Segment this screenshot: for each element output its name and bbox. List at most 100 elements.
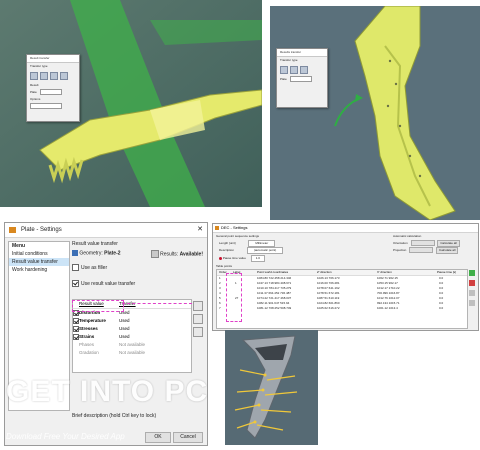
dialog-label: Transfer type xyxy=(30,64,48,68)
calculate-all-button[interactable]: Calculate all xyxy=(436,247,459,254)
app-logo-icon xyxy=(215,226,219,230)
orientation-label: Orientation xyxy=(393,241,408,245)
points-table: Order Label Point world coordinates Z' d… xyxy=(216,269,468,329)
dialog-titlebar: DEC - Settings xyxy=(213,224,478,233)
plate-value-field[interactable] xyxy=(30,103,62,110)
use-result-transfer-checkbox[interactable] xyxy=(72,279,79,287)
results-label: Results: xyxy=(160,251,179,258)
table-row: Gradation Not available xyxy=(73,349,191,357)
pause-field[interactable]: 1.0 xyxy=(250,255,265,262)
cell: 1081.12 708.252 508.749 xyxy=(257,306,292,310)
row-name: Gradation xyxy=(79,350,99,355)
orientation-row: Orientation Calculate all xyxy=(393,240,460,247)
length-row: Length [unit] Millimeter xyxy=(219,240,276,247)
close-icon[interactable]: ✕ xyxy=(197,223,203,237)
plate-field-row: Plate xyxy=(277,76,327,83)
plate-select[interactable] xyxy=(39,89,62,96)
move-up-button[interactable] xyxy=(193,301,203,311)
part-render xyxy=(270,6,480,220)
results-value: Available! xyxy=(179,251,203,258)
description-label: Description xyxy=(219,248,235,252)
projection-row: Projection Calculate all xyxy=(393,247,459,254)
tool-icon[interactable] xyxy=(40,72,48,80)
tool-icon[interactable] xyxy=(50,72,58,80)
length-select[interactable]: Millimeter xyxy=(248,240,276,247)
dialog-title: Result transfer xyxy=(27,55,79,63)
watermark-logo: GET INTO PC xyxy=(6,375,209,408)
plate-label: Plate xyxy=(280,77,287,81)
pause-label: Pause time value xyxy=(222,256,246,260)
length-label: Length [unit] xyxy=(219,241,236,245)
watermark-tagline: Download Free Your Desired App xyxy=(6,432,125,441)
menu-item-work-hardening[interactable]: Work hardening xyxy=(9,266,69,274)
row-name: Temperature xyxy=(79,318,106,323)
render-view-distortion: Result transfer Transfer type Result Pla… xyxy=(0,0,262,207)
row-state: Used xyxy=(119,318,130,323)
plate-label: Plate xyxy=(30,90,37,94)
table-row: Phases Not available xyxy=(73,341,191,349)
tool-icon[interactable] xyxy=(290,66,298,74)
cell: 1001.12 1013.4 xyxy=(377,306,398,310)
results-transfer-dialog: Results transfer Transfer type Plate xyxy=(276,48,328,108)
plate-select[interactable] xyxy=(289,76,312,83)
highlight-connector xyxy=(122,303,192,304)
results-status: Results: Available! xyxy=(150,250,203,258)
geometry-row: Geometry: Plate-2 Results: Available! xyxy=(72,250,203,260)
table-row[interactable]: 7 1081.12 708.252 508.749 1025.62 616.272 1… xyxy=(217,306,467,311)
tool-icon[interactable] xyxy=(280,66,288,74)
column-header: Point world coordinates xyxy=(257,270,289,274)
results-icon xyxy=(150,250,159,258)
settings-content: Result value transfer Geometry: Plate-2 … xyxy=(72,241,203,373)
cancel-button[interactable]: Cancel xyxy=(173,432,203,443)
remove-icon[interactable] xyxy=(469,280,475,286)
description-field[interactable]: (automatic point) xyxy=(246,247,284,254)
cell: 1025.62 616.272 xyxy=(317,306,340,310)
geometry-icon xyxy=(72,250,78,256)
column-header: Pause time [s] xyxy=(437,270,457,274)
dialog-titlebar: Plate - Settings ✕ xyxy=(5,223,207,238)
part-render xyxy=(225,330,318,445)
result-transfer-dialog: Result transfer Transfer type Result Pla… xyxy=(26,54,80,122)
tool-icon[interactable] xyxy=(30,72,38,80)
row-state: Used xyxy=(119,334,130,339)
dec-settings-dialog: DEC - Settings General point sequence se… xyxy=(212,223,479,331)
use-as-filler-label: Use as filler xyxy=(81,264,108,271)
icon-toolbar xyxy=(27,70,79,82)
plate-settings-dialog: Plate - Settings ✕ Menu Initial conditio… xyxy=(4,222,208,446)
section-title: Result value transfer xyxy=(72,241,118,247)
table-row[interactable]: Strains Used xyxy=(73,333,191,341)
move-down-button[interactable] xyxy=(193,314,203,324)
table-side-buttons xyxy=(193,301,203,337)
render-view-temperature: Results transfer Transfer type Plate xyxy=(270,6,480,220)
use-result-transfer-label: Use result value transfer xyxy=(81,280,136,287)
table-row[interactable]: Stresses Used xyxy=(73,325,191,333)
table-row[interactable]: Temperature Used xyxy=(73,317,191,325)
dialog-label: Result xyxy=(30,83,39,87)
use-as-filler-checkbox[interactable] xyxy=(72,264,79,271)
cell: 0.0 xyxy=(439,306,444,310)
table-side-buttons xyxy=(469,270,475,306)
dialog-title: DEC - Settings xyxy=(221,225,248,230)
projection-label: Projection xyxy=(393,248,407,252)
auto-calc-title: Automatic calculation xyxy=(393,234,422,238)
icon-toolbar xyxy=(277,64,327,76)
use-result-transfer-row: Use result value transfer xyxy=(72,279,203,288)
row-name: Strains xyxy=(79,334,95,339)
edit-button[interactable] xyxy=(193,327,203,337)
tool-icon[interactable] xyxy=(60,72,68,80)
ok-button[interactable]: OK xyxy=(145,432,171,443)
calculate-all-button[interactable]: Calculate all xyxy=(437,240,460,247)
projection-button[interactable] xyxy=(409,247,434,254)
menu-item-result-value-transfer[interactable]: Result value transfer xyxy=(9,258,69,266)
row-state: Not available xyxy=(119,342,146,347)
orientation-button[interactable] xyxy=(410,240,435,247)
row-name: Phases xyxy=(79,342,95,347)
down-icon[interactable] xyxy=(469,300,475,306)
dialog-title: Results transfer xyxy=(277,49,327,57)
tool-icon[interactable] xyxy=(300,66,308,74)
menu-item-initial-conditions[interactable]: Initial conditions xyxy=(9,250,69,258)
plate-value-row xyxy=(27,103,79,110)
add-icon[interactable] xyxy=(469,270,475,276)
dialog-label: Options xyxy=(30,97,41,101)
up-icon[interactable] xyxy=(469,290,475,296)
